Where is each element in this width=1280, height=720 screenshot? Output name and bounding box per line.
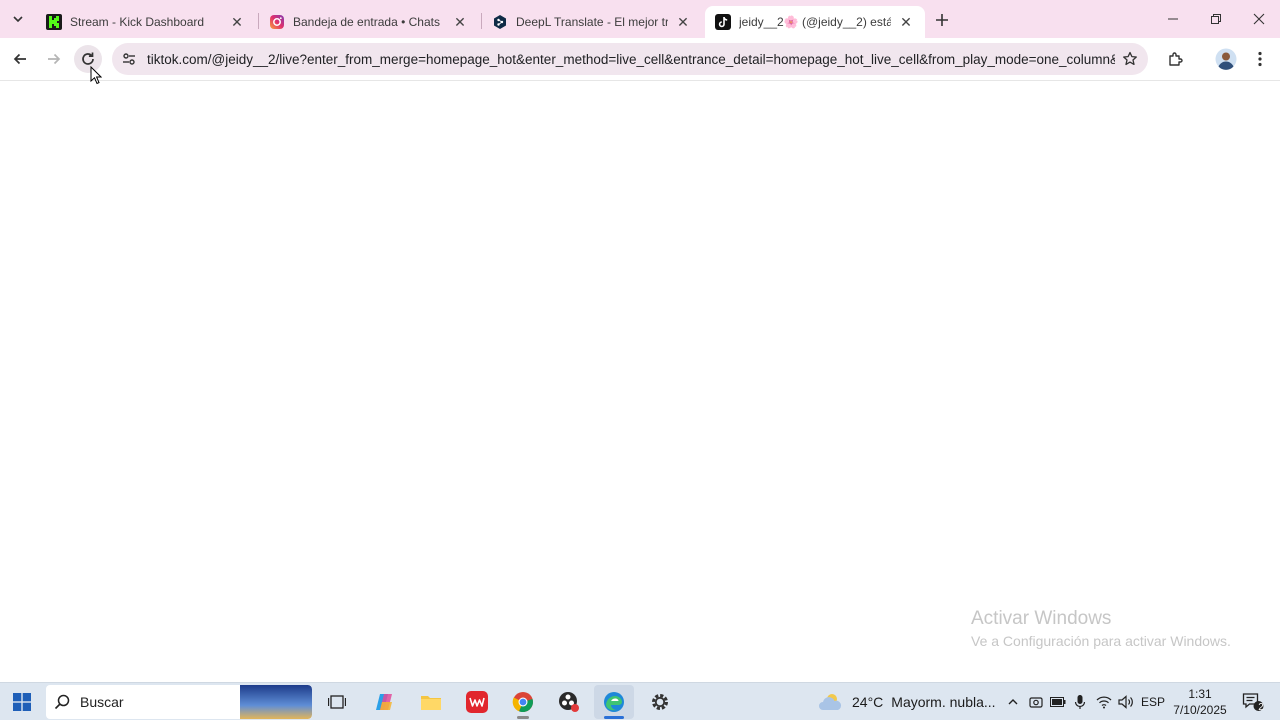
weather-widget[interactable]: 24°C Mayorm. nubla... (818, 685, 996, 719)
show-hidden-icons-button[interactable] (1002, 685, 1024, 719)
chrome-button[interactable] (503, 685, 543, 719)
input-language-button[interactable]: ESP (1138, 685, 1168, 719)
obs-icon (559, 692, 579, 712)
tab-deepl[interactable]: DeepL Translate - El mejor traductor ✕ (482, 6, 702, 38)
tab-search-button[interactable] (6, 7, 30, 31)
settings-button[interactable] (640, 685, 680, 719)
address-bar[interactable]: tiktok.com/@jeidy__2/live?enter_from_mer… (112, 43, 1148, 75)
url-text[interactable]: tiktok.com/@jeidy__2/live?enter_from_mer… (144, 52, 1115, 67)
restore-button[interactable] (1195, 4, 1237, 34)
watermark-subtitle: Ve a Configuración para activar Windows. (971, 633, 1231, 649)
edge-icon (604, 692, 624, 712)
running-indicator (517, 716, 529, 719)
close-icon[interactable]: ✕ (674, 13, 692, 31)
weather-description: Mayorm. nubla... (891, 694, 996, 710)
extensions-button[interactable] (1162, 45, 1190, 73)
browser-toolbar: tiktok.com/@jeidy__2/live?enter_from_mer… (0, 38, 1280, 81)
mouse-cursor-icon (90, 66, 102, 85)
tab-tiktok[interactable]: jeidy__2🌸 (@jeidy__2) está emitiendo ✕ (705, 6, 925, 38)
taskbar-search[interactable]: Buscar (46, 685, 312, 719)
network-button[interactable] (1093, 685, 1115, 719)
meet-now-button[interactable] (1026, 685, 1046, 719)
tiktok-icon (715, 14, 731, 30)
speaker-icon (1118, 695, 1133, 709)
start-button[interactable] (2, 685, 42, 719)
close-icon (1253, 13, 1265, 25)
cloudy-icon (819, 694, 842, 710)
wifi-icon (1096, 696, 1112, 709)
site-settings-icon[interactable] (114, 44, 144, 74)
kick-icon (46, 14, 62, 30)
tab-kick[interactable]: Stream - Kick Dashboard ✕ (36, 6, 256, 38)
tab-title: jeidy__2🌸 (@jeidy__2) está emitiendo (739, 15, 891, 29)
arrow-left-icon (13, 53, 26, 65)
file-explorer-button[interactable] (411, 685, 451, 719)
tab-strip: Stream - Kick Dashboard ✕ Bandeja de ent… (0, 0, 1280, 38)
minimize-button[interactable] (1152, 4, 1194, 34)
copilot-icon (376, 694, 392, 710)
minimize-icon (1168, 18, 1178, 20)
web-content: Activar Windows Ve a Configuración para … (0, 82, 1280, 682)
wps-office-button[interactable] (457, 685, 497, 719)
new-tab-button[interactable] (930, 8, 954, 32)
windows-logo-icon (13, 693, 31, 711)
forward-button[interactable] (40, 45, 68, 73)
microphone-icon (1074, 695, 1086, 709)
copilot-button[interactable] (365, 685, 405, 719)
profile-button[interactable] (1212, 45, 1240, 73)
plus-icon (936, 14, 948, 26)
puzzle-icon (1169, 52, 1183, 66)
obs-button[interactable] (549, 685, 589, 719)
chevron-up-icon (1008, 699, 1018, 705)
activation-watermark: Activar Windows Ve a Configuración para … (971, 608, 1231, 649)
restore-icon (1211, 14, 1221, 24)
close-icon[interactable]: ✕ (897, 13, 915, 31)
gear-icon (652, 694, 668, 710)
search-highlight-image (240, 685, 312, 719)
deepl-icon (492, 14, 508, 30)
tab-title: Stream - Kick Dashboard (70, 15, 205, 29)
volume-button[interactable] (1115, 685, 1137, 719)
reload-icon (82, 52, 94, 65)
bookmark-star-icon[interactable] (1115, 44, 1145, 74)
clock-date: 7/10/2025 (1173, 703, 1227, 717)
close-icon[interactable]: ✕ (228, 13, 246, 31)
back-button[interactable] (6, 45, 34, 73)
avatar (1215, 48, 1237, 70)
tab-title: DeepL Translate - El mejor traductor (516, 15, 668, 29)
search-icon (54, 694, 70, 710)
tab-title: Bandeja de entrada • Chats (293, 15, 440, 29)
tab-instagram[interactable]: Bandeja de entrada • Chats ✕ (259, 6, 479, 38)
close-window-button[interactable] (1238, 4, 1280, 34)
taskbar: Buscar 24°C Mayorm. nubla... ESP 1:31 7/… (0, 682, 1280, 720)
kebab-menu-icon (1258, 51, 1262, 67)
microphone-button[interactable] (1070, 685, 1090, 719)
close-icon[interactable]: ✕ (451, 13, 469, 31)
arrow-right-icon (48, 53, 61, 65)
chrome-icon (512, 692, 533, 713)
chevron-down-icon (13, 16, 23, 23)
edge-button[interactable] (594, 685, 634, 719)
weather-temperature: 24°C (852, 694, 884, 710)
clock-time: 1:31 (1188, 687, 1212, 701)
running-indicator (604, 716, 624, 719)
folder-icon (421, 696, 441, 710)
task-view-button[interactable] (317, 685, 357, 719)
battery-button[interactable] (1048, 685, 1068, 719)
instagram-icon (269, 14, 285, 30)
battery-icon (1050, 697, 1066, 707)
clock[interactable]: 1:31 7/10/2025 (1172, 686, 1228, 718)
menu-button[interactable] (1246, 45, 1274, 73)
notification-center-button[interactable]: 2 (1236, 685, 1270, 719)
notification-count: 2 (1258, 702, 1264, 713)
wps-icon (466, 691, 488, 713)
watermark-title: Activar Windows (971, 608, 1112, 629)
search-placeholder: Buscar (80, 694, 124, 710)
camera-icon (1029, 697, 1043, 708)
task-view-icon (328, 695, 346, 709)
